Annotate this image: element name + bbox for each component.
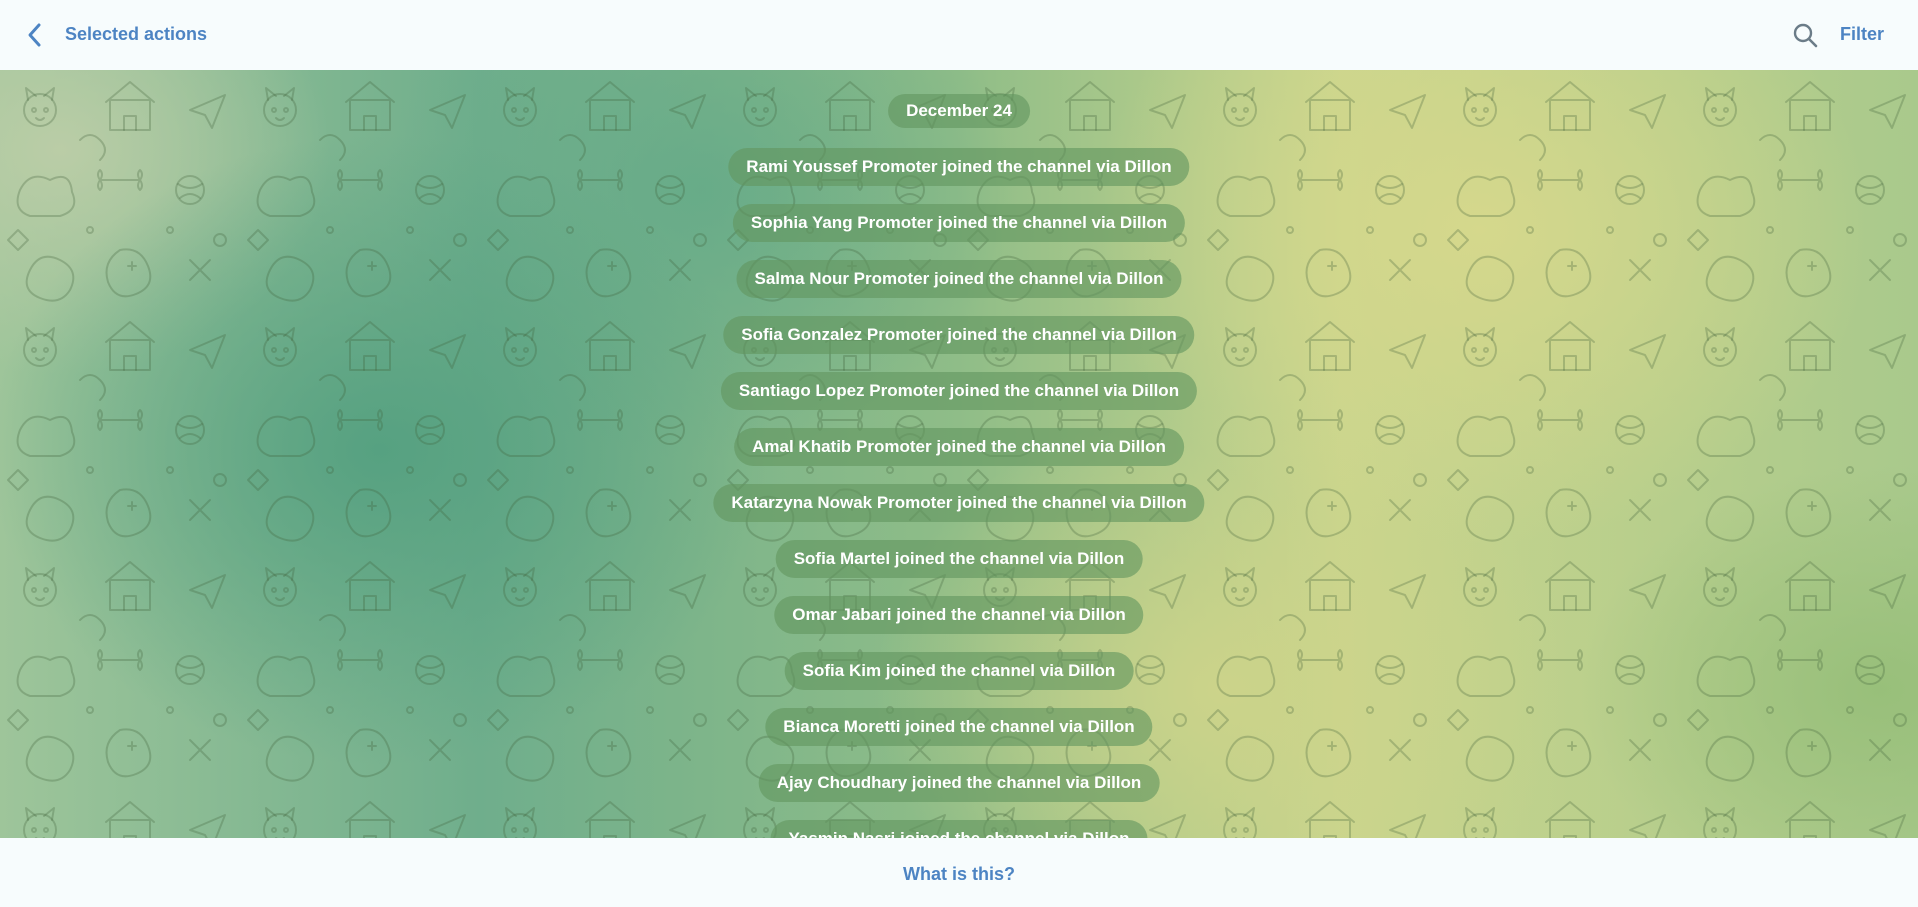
service-message: Salma Nour Promoter joined the channel v… xyxy=(736,260,1182,298)
bottom-bar: What is this? xyxy=(0,838,1918,907)
service-message: Bianca Moretti joined the channel via Di… xyxy=(765,708,1153,746)
service-message: Santiago Lopez Promoter joined the chann… xyxy=(720,372,1198,410)
page-title: Selected actions xyxy=(65,24,208,44)
chevron-left-icon xyxy=(28,23,41,47)
service-message: Sofia Martel joined the channel via Dill… xyxy=(775,540,1143,578)
top-bar: Selected actions Filter xyxy=(0,0,1918,70)
search-button[interactable] xyxy=(1790,20,1820,50)
back-button[interactable] xyxy=(24,20,48,50)
service-message: Rami Youssef Promoter joined the channel… xyxy=(728,148,1190,186)
service-message: Sophia Yang Promoter joined the channel … xyxy=(732,204,1186,242)
chat-area[interactable]: December 24 Rami Youssef Promoter joined… xyxy=(0,70,1918,838)
filter-button[interactable]: Filter xyxy=(1840,22,1884,46)
service-message: Katarzyna Nowak Promoter joined the chan… xyxy=(713,484,1205,522)
what-is-this-link[interactable]: What is this? xyxy=(903,862,1015,886)
date-badge: December 24 xyxy=(888,94,1030,128)
service-message: Sofia Gonzalez Promoter joined the chann… xyxy=(723,316,1195,354)
search-icon xyxy=(1793,23,1818,48)
service-message: Sofia Kim joined the channel via Dillon xyxy=(784,652,1134,690)
service-message: Yasmin Nasri joined the channel via Dill… xyxy=(770,820,1148,838)
service-message: Omar Jabari joined the channel via Dillo… xyxy=(774,596,1144,634)
service-message: Ajay Choudhary joined the channel via Di… xyxy=(758,764,1160,802)
service-message: Amal Khatib Promoter joined the channel … xyxy=(734,428,1184,466)
